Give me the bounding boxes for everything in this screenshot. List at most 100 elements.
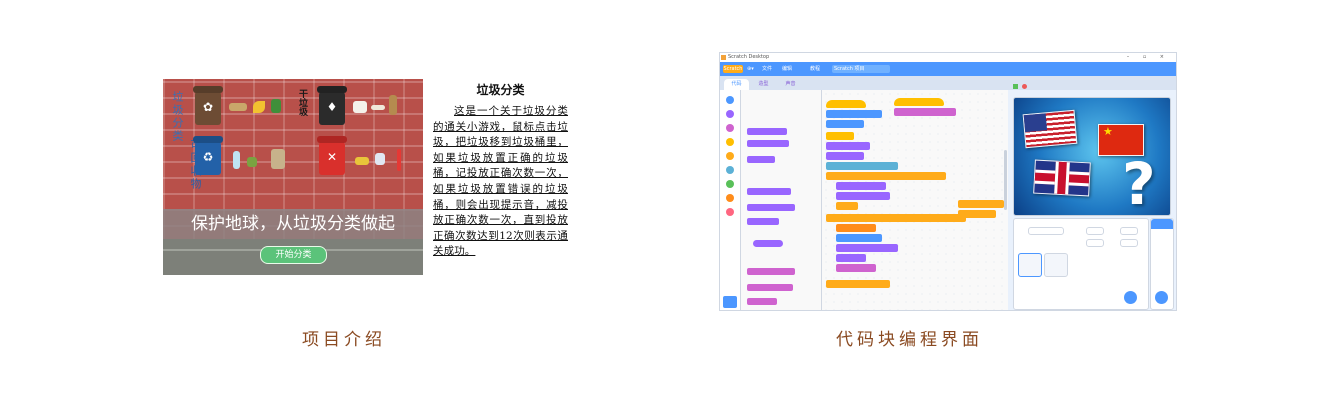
add-sprite-button[interactable] — [1124, 291, 1137, 304]
game-preview-image: 垃圾分类 可回收物 ✿ ♦ ♻ ✕ 干垃圾 保护地球，从垃圾分类做起 开始分类 — [163, 79, 423, 275]
usa-flag-sprite[interactable] — [1022, 109, 1078, 149]
script-block[interactable] — [894, 108, 956, 116]
vegetable-item — [271, 99, 281, 113]
script-block[interactable] — [836, 234, 882, 242]
x-field[interactable] — [1086, 227, 1104, 235]
tab-code[interactable]: 代码 — [724, 79, 749, 90]
script-block[interactable] — [826, 280, 890, 288]
description-title: 垃圾分类 — [476, 83, 525, 97]
script-block[interactable] — [826, 152, 864, 160]
script-block[interactable] — [836, 254, 866, 262]
palette-block[interactable] — [747, 298, 777, 305]
script-block[interactable] — [958, 200, 1004, 208]
y-field[interactable] — [1120, 227, 1138, 235]
uk-flag-sprite[interactable] — [1033, 159, 1091, 197]
description-body: 这是一个关于垃圾分类的通关小游戏，鼠标点击垃圾，把垃圾移到垃圾桶里，如果垃圾放置… — [433, 105, 568, 258]
extension-button[interactable] — [723, 296, 737, 308]
script-block[interactable] — [826, 110, 882, 118]
bone-item — [371, 105, 385, 110]
palette-block[interactable] — [747, 218, 779, 225]
add-backdrop-button[interactable] — [1155, 291, 1168, 304]
scratch-logo[interactable]: Scratch — [723, 65, 743, 73]
direction-field[interactable] — [1120, 239, 1138, 247]
menu-edit[interactable]: 编辑 — [782, 62, 792, 76]
code-workspace[interactable]: + − = — [822, 90, 1103, 310]
sprite-info-panel — [1013, 218, 1149, 310]
category-my-blocks[interactable] — [726, 208, 734, 216]
caption-project-intro: 项目介绍 — [302, 330, 386, 350]
script-block[interactable] — [958, 210, 996, 218]
script-block[interactable] — [826, 162, 898, 170]
script-block[interactable] — [826, 100, 866, 108]
category-events[interactable] — [726, 138, 734, 146]
window-controls[interactable]: – ▫ × — [1127, 53, 1170, 62]
script-block[interactable] — [836, 182, 886, 190]
stop-icon[interactable] — [1022, 84, 1027, 89]
caption-block-coding: 代码块编程界面 — [836, 330, 983, 350]
pole-sign: 垃圾分类 — [171, 91, 184, 143]
palette-block[interactable] — [747, 140, 789, 147]
category-variables[interactable] — [726, 194, 734, 202]
palette-block[interactable] — [747, 204, 795, 211]
sprite-thumbnail[interactable] — [1044, 253, 1068, 277]
block-categories — [720, 90, 741, 310]
script-block[interactable] — [836, 264, 876, 272]
category-looks[interactable] — [726, 110, 734, 118]
script-block[interactable] — [836, 244, 898, 252]
editor-tabs: 代码 造型 声音 — [720, 76, 1176, 90]
palette-block[interactable] — [753, 240, 783, 247]
script-block[interactable] — [894, 98, 944, 106]
dry-waste-label: 干垃圾 — [297, 89, 307, 116]
pills-item — [375, 153, 385, 165]
script-block[interactable] — [826, 120, 864, 128]
script-block[interactable] — [826, 214, 966, 222]
game-banner: 保护地球，从垃圾分类做起 — [163, 209, 423, 239]
category-sound[interactable] — [726, 124, 734, 132]
window-title: Scratch Desktop — [728, 54, 770, 60]
window-titlebar: Scratch Desktop – ▫ × — [720, 53, 1176, 62]
stage-canvas[interactable]: ? — [1013, 97, 1171, 216]
tab-costumes[interactable]: 造型 — [751, 79, 776, 90]
script-block[interactable] — [836, 192, 890, 200]
category-operators[interactable] — [726, 180, 734, 188]
palette-block[interactable] — [747, 128, 787, 135]
menu-file[interactable]: 文件 — [762, 62, 772, 76]
start-sorting-button[interactable]: 开始分类 — [260, 246, 327, 264]
category-control[interactable] — [726, 152, 734, 160]
thermometer-item — [397, 149, 401, 171]
sprite-thumbnail[interactable] — [1018, 253, 1042, 277]
sprite-name-field[interactable] — [1028, 227, 1064, 235]
app-icon — [721, 55, 726, 60]
hazardous-waste-bin: ✕ — [319, 141, 345, 175]
palette-block[interactable] — [747, 284, 793, 291]
green-flag-icon[interactable] — [1013, 84, 1018, 89]
script-block[interactable] — [836, 202, 858, 210]
dry-waste-bin: ♦ — [319, 91, 345, 125]
fishbone-item — [229, 103, 247, 111]
menu-tutorials[interactable]: 教程 — [810, 62, 820, 76]
project-name-input[interactable]: Scratch 项目 — [832, 65, 890, 73]
scrollbar[interactable] — [1004, 150, 1007, 210]
kitchen-waste-bin: ✿ — [195, 91, 221, 125]
stage-selector[interactable] — [1150, 218, 1174, 310]
banana-item — [253, 101, 265, 113]
stage-area: ? — [1009, 84, 1176, 310]
cloth-item — [271, 149, 285, 169]
palette-block[interactable] — [747, 268, 795, 275]
palette-block[interactable] — [747, 188, 791, 195]
stage-selector-header — [1151, 219, 1173, 229]
size-field[interactable] — [1086, 239, 1104, 247]
script-block[interactable] — [826, 132, 854, 140]
menu-bar: Scratch ⊕▾ 文件 编辑 教程 Scratch 项目 — [720, 62, 1176, 76]
question-mark-sprite[interactable]: ? — [1122, 150, 1156, 215]
tab-sounds[interactable]: 声音 — [778, 79, 803, 90]
script-block[interactable] — [826, 142, 870, 150]
category-motion[interactable] — [726, 96, 734, 104]
tissue-item — [353, 101, 367, 113]
category-sensing[interactable] — [726, 166, 734, 174]
palette-block[interactable] — [747, 156, 775, 163]
globe-icon[interactable]: ⊕▾ — [747, 62, 754, 76]
recyclable-bin: ♻ — [195, 141, 221, 175]
script-block[interactable] — [826, 172, 946, 180]
script-block[interactable] — [836, 224, 876, 232]
